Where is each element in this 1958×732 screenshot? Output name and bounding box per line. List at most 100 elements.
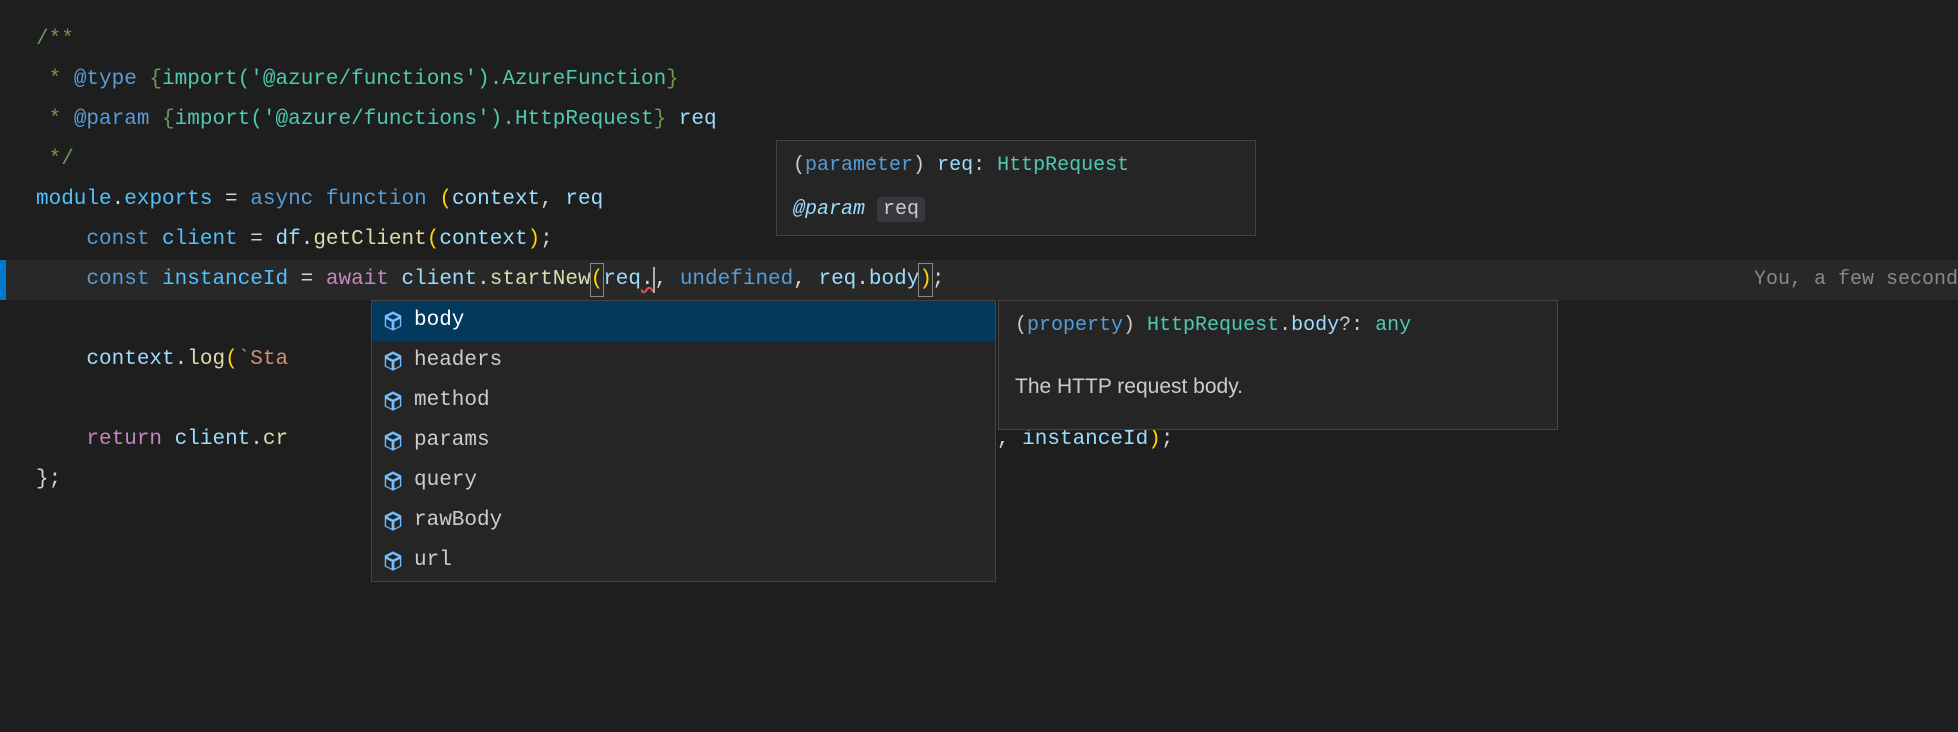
autocomplete-label: query bbox=[414, 465, 477, 497]
dot: . bbox=[175, 344, 188, 376]
paren-matched: ( bbox=[590, 263, 605, 297]
function-call: cr bbox=[263, 424, 288, 456]
semicolon: ; bbox=[540, 224, 553, 256]
jsdoc-import: import bbox=[162, 64, 238, 96]
keyword: return bbox=[86, 424, 162, 456]
git-blame-annotation[interactable]: You, a few second bbox=[1754, 265, 1958, 295]
code-line-active[interactable]: const instanceId = await client.startNew… bbox=[0, 260, 1958, 300]
optional: ?: bbox=[1339, 314, 1375, 337]
property: body bbox=[869, 264, 919, 296]
comment-close: */ bbox=[36, 144, 74, 176]
hover-signature: (parameter) req: HttpRequest bbox=[793, 151, 1239, 181]
paren: ( bbox=[793, 154, 805, 177]
identifier: df bbox=[275, 224, 300, 256]
code-line[interactable]: /** bbox=[0, 20, 1958, 60]
brace: { bbox=[149, 104, 174, 136]
type-name: HttpRequest bbox=[515, 104, 654, 136]
dot: . bbox=[250, 424, 263, 456]
backtick: ` bbox=[238, 344, 251, 376]
param: context bbox=[452, 184, 540, 216]
jsdoc-tag: @type bbox=[74, 64, 137, 96]
semicolon: ; bbox=[932, 264, 945, 296]
keyword: const bbox=[86, 264, 149, 296]
autocomplete-item[interactable]: url bbox=[372, 541, 995, 581]
kind-label: parameter bbox=[805, 154, 913, 177]
field-icon bbox=[382, 350, 404, 372]
keyword: async bbox=[250, 184, 313, 216]
keyword: function bbox=[326, 184, 427, 216]
autocomplete-item[interactable]: headers bbox=[372, 341, 995, 381]
keyword: await bbox=[326, 264, 389, 296]
identifier: req bbox=[818, 264, 856, 296]
operator: = bbox=[238, 224, 276, 256]
hover-tooltip: (parameter) req: HttpRequest @param req bbox=[776, 140, 1256, 236]
owner-type: HttpRequest bbox=[1147, 314, 1279, 337]
space bbox=[149, 264, 162, 296]
space bbox=[149, 224, 162, 256]
autocomplete-item[interactable]: body bbox=[372, 301, 995, 341]
identifier: req bbox=[603, 264, 641, 296]
identifier: client bbox=[402, 264, 478, 296]
space bbox=[313, 184, 326, 216]
identifier: exports bbox=[124, 184, 212, 216]
code-line[interactable]: * @type {import('@azure/functions').Azur… bbox=[0, 60, 1958, 100]
comma: , bbox=[540, 184, 565, 216]
autocomplete-label: rawBody bbox=[414, 505, 502, 537]
autocomplete-item[interactable]: query bbox=[372, 461, 995, 501]
operator: = bbox=[212, 184, 250, 216]
string: Sta bbox=[250, 344, 288, 376]
identifier: client bbox=[162, 224, 238, 256]
comma: , bbox=[655, 264, 680, 296]
autocomplete-popup[interactable]: body headers method params query rawBody… bbox=[371, 300, 996, 582]
identifier: context bbox=[439, 224, 527, 256]
doc-signature: (property) HttpRequest.body?: any bbox=[1015, 311, 1541, 341]
paren: ( bbox=[427, 224, 440, 256]
paren: ). bbox=[490, 104, 515, 136]
field-icon bbox=[382, 310, 404, 332]
code-line[interactable]: * @param {import('@azure/functions').Htt… bbox=[0, 100, 1958, 140]
indent bbox=[36, 264, 86, 296]
identifier: module bbox=[36, 184, 112, 216]
field-icon bbox=[382, 430, 404, 452]
brace: } bbox=[666, 64, 679, 96]
paren: ( bbox=[250, 104, 263, 136]
autocomplete-label: body bbox=[414, 305, 464, 337]
comma: , bbox=[793, 264, 818, 296]
closing-brace: }; bbox=[36, 464, 61, 496]
comment-star: * bbox=[36, 104, 74, 136]
field-icon bbox=[382, 390, 404, 412]
dot: . bbox=[477, 264, 490, 296]
keyword: const bbox=[86, 224, 149, 256]
autocomplete-label: params bbox=[414, 425, 490, 457]
hover-jsdoc: @param req bbox=[793, 195, 1239, 225]
indent bbox=[36, 424, 86, 456]
operator: = bbox=[288, 264, 326, 296]
indent bbox=[36, 224, 86, 256]
autocomplete-doc-panel: (property) HttpRequest.body?: any The HT… bbox=[998, 300, 1558, 430]
paren: ( bbox=[439, 184, 452, 216]
field-icon bbox=[382, 510, 404, 532]
param-name: req bbox=[679, 104, 717, 136]
autocomplete-label: headers bbox=[414, 345, 502, 377]
modified-line-gutter bbox=[0, 260, 6, 300]
identifier: context bbox=[86, 344, 174, 376]
doc-description: The HTTP request body. bbox=[1015, 371, 1541, 403]
space bbox=[427, 184, 440, 216]
type-name: AzureFunction bbox=[502, 64, 666, 96]
autocomplete-label: url bbox=[414, 545, 452, 577]
autocomplete-item[interactable]: method bbox=[372, 381, 995, 421]
comment-star: * bbox=[36, 64, 74, 96]
identifier: instanceId bbox=[162, 264, 288, 296]
brace: { bbox=[137, 64, 162, 96]
param-name-badge: req bbox=[877, 197, 925, 222]
param: req bbox=[565, 184, 603, 216]
function-call: startNew bbox=[490, 264, 591, 296]
autocomplete-item[interactable]: rawBody bbox=[372, 501, 995, 541]
paren-matched: ) bbox=[918, 263, 933, 297]
property-name: body bbox=[1291, 314, 1339, 337]
paren: ). bbox=[477, 64, 502, 96]
jsdoc-tag: @param bbox=[74, 104, 150, 136]
autocomplete-item[interactable]: params bbox=[372, 421, 995, 461]
comment-text: /** bbox=[36, 24, 74, 56]
keyword: undefined bbox=[680, 264, 793, 296]
